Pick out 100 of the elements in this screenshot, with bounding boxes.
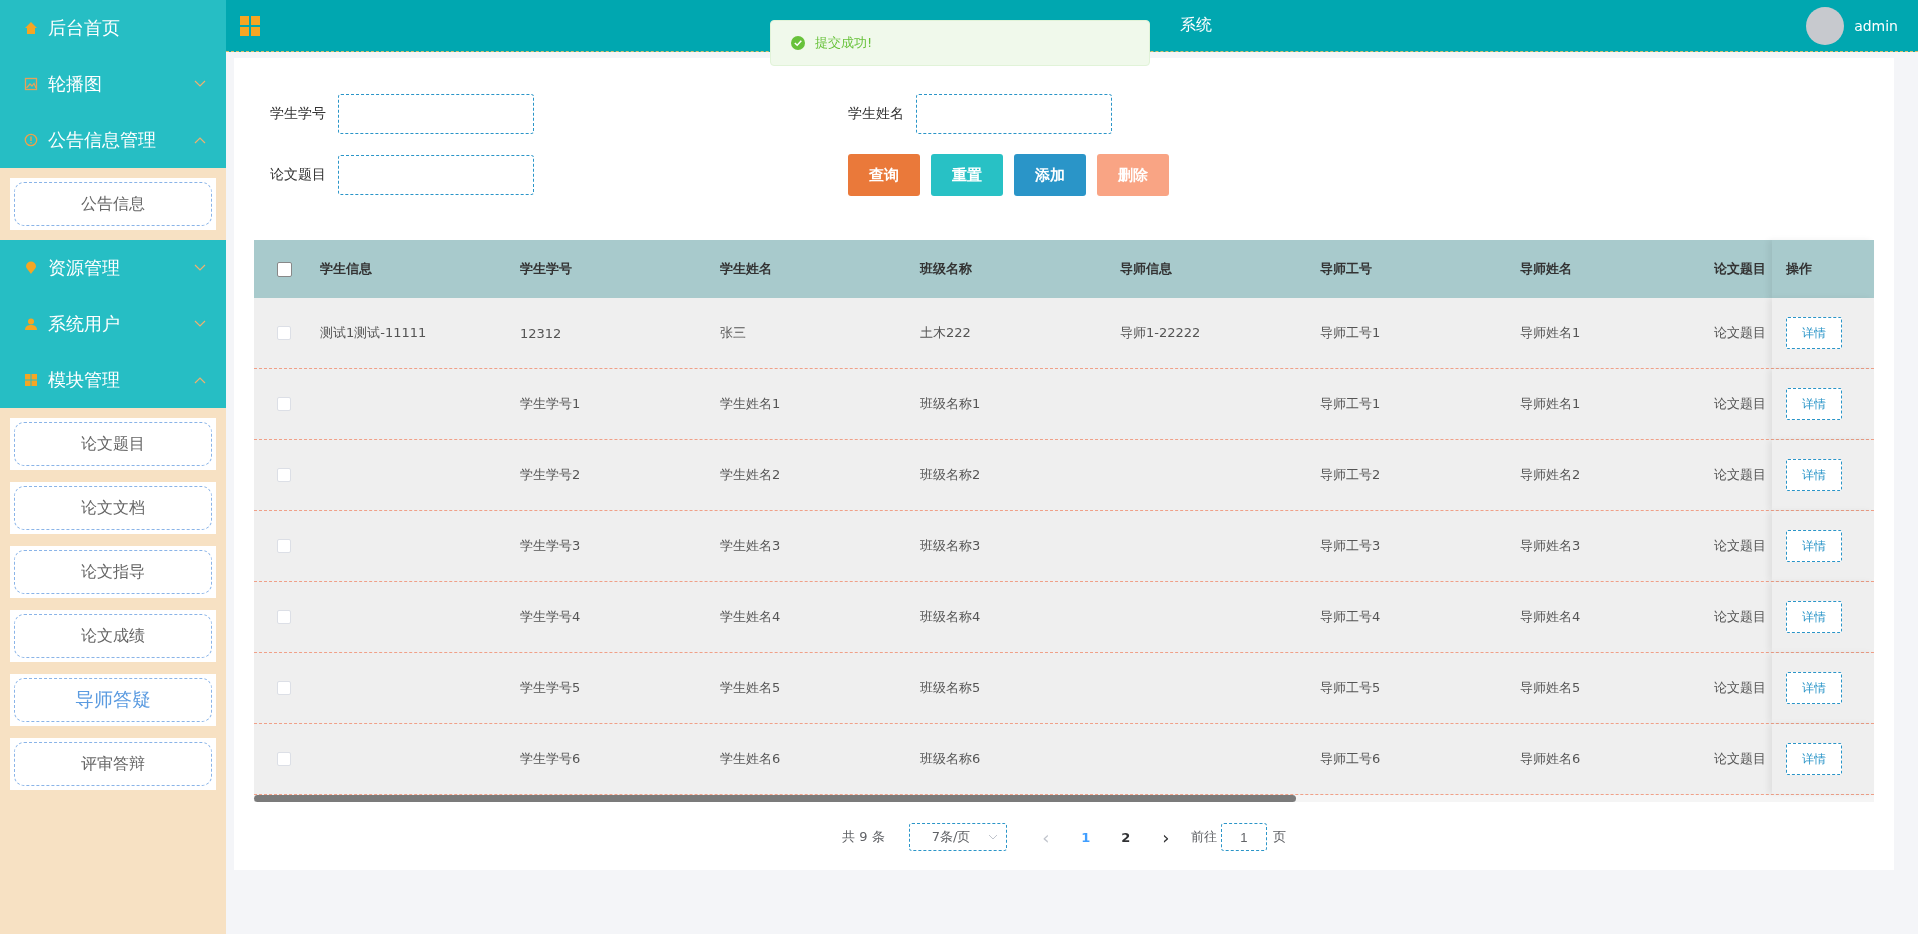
table-cell: 学生姓名1 (720, 395, 781, 413)
submenu-item[interactable]: 论文指导 (14, 550, 212, 594)
table-cell: 导师工号5 (1320, 679, 1381, 697)
submenu-item[interactable]: 论文文档 (14, 486, 212, 530)
user-name: admin (1854, 17, 1898, 34)
menu-item[interactable]: 公告信息管理 (0, 112, 226, 168)
table-cell: 张三 (720, 324, 746, 342)
details-button[interactable]: 详情 (1786, 459, 1842, 491)
field-label: 学生姓名 (848, 105, 904, 123)
details-button[interactable]: 详情 (1786, 388, 1842, 420)
input-field[interactable] (338, 94, 534, 134)
check-circle-icon (791, 36, 805, 50)
table-cell: 论文题目 (1714, 679, 1766, 697)
avatar[interactable] (1806, 6, 1845, 45)
table-cell: 学生姓名3 (720, 537, 781, 555)
submenu-item[interactable]: 论文成绩 (14, 614, 212, 658)
action-button[interactable]: 查询 (848, 154, 920, 196)
menu-item[interactable]: 轮播图 (0, 56, 226, 112)
table-cell: 导师姓名1 (1520, 395, 1581, 413)
toast-message: 提交成功! (815, 34, 873, 52)
table-cell: 导师姓名6 (1520, 750, 1581, 768)
table-cell: 论文题目 (1714, 324, 1766, 342)
table-cell: 学生姓名4 (720, 608, 781, 626)
table-cell: 12312 (520, 325, 562, 341)
page-suffix: 页 (1272, 828, 1286, 846)
table-cell: 导师工号1 (1320, 395, 1381, 413)
total-count: 共 9 条 (842, 828, 885, 846)
user-icon (24, 317, 38, 331)
input-field[interactable] (916, 94, 1112, 134)
details-button[interactable]: 详情 (1786, 530, 1842, 562)
column-header: 导师姓名 (1520, 260, 1572, 278)
table-cell: 导师姓名4 (1520, 608, 1581, 626)
table-cell: 论文题目 (1714, 608, 1766, 626)
table-cell: 论文题目 (1714, 750, 1766, 768)
column-header: 操作 (1786, 260, 1812, 278)
menu-item[interactable]: 后台首页 (0, 0, 226, 56)
details-button[interactable]: 详情 (1786, 743, 1842, 775)
column-header: 论文题目 (1714, 260, 1766, 278)
input-field[interactable] (338, 155, 534, 195)
picture-icon (24, 77, 38, 91)
field-label: 学生学号 (270, 105, 326, 123)
details-button[interactable]: 详情 (1786, 672, 1842, 704)
table-cell: 论文题目 (1714, 395, 1766, 413)
table-cell: 导师1-22222 (1120, 324, 1201, 342)
column-header: 导师信息 (1120, 260, 1172, 278)
details-button[interactable]: 详情 (1786, 317, 1842, 349)
table-cell: 学生学号4 (520, 608, 581, 626)
next-page-button[interactable]: › (1150, 825, 1181, 849)
grid-icon (24, 373, 38, 387)
page-size-select[interactable]: 7条/页 (908, 823, 1007, 851)
action-button[interactable]: 重置 (931, 154, 1003, 196)
action-button[interactable]: 添加 (1014, 154, 1086, 196)
menu-item[interactable]: 系统用户 (0, 296, 226, 352)
submenu-item[interactable]: 评审答辩 (14, 742, 212, 786)
goto-label: 前往 (1190, 828, 1217, 846)
field-label: 论文题目 (270, 166, 326, 184)
table-cell: 土木222 (920, 324, 971, 342)
submenu-item[interactable]: 论文题目 (14, 422, 212, 466)
table-cell: 学生姓名6 (720, 750, 781, 768)
page-input[interactable]: 1 (1220, 823, 1267, 851)
submenu-item[interactable]: 公告信息 (14, 182, 212, 226)
table-cell: 导师工号3 (1320, 537, 1381, 555)
table-cell: 测试1测试-11111 (320, 324, 427, 342)
table-cell: 导师姓名3 (1520, 537, 1581, 555)
table-cell: 导师姓名2 (1520, 466, 1581, 484)
table-cell: 学生学号5 (520, 679, 581, 697)
table-cell: 论文题目 (1714, 537, 1766, 555)
column-header: 学生学号 (520, 260, 572, 278)
home-icon (24, 21, 38, 35)
header-title: 系统 (1179, 15, 1213, 36)
page-number[interactable]: 1 (1070, 828, 1101, 846)
table-cell: 班级名称5 (920, 679, 981, 697)
info-icon (24, 133, 38, 147)
scrollbar-thumb[interactable] (254, 795, 1296, 802)
details-button[interactable]: 详情 (1786, 601, 1842, 633)
page-number[interactable]: 2 (1110, 828, 1141, 846)
column-header: 导师工号 (1320, 260, 1372, 278)
table-cell: 导师姓名1 (1520, 324, 1581, 342)
grid-icon (240, 15, 260, 36)
menu-item[interactable]: 资源管理 (0, 240, 226, 296)
table-cell: 学生学号3 (520, 537, 581, 555)
column-header: 学生姓名 (720, 260, 772, 278)
chevron-down-icon (987, 834, 998, 840)
menu-item[interactable]: 模块管理 (0, 352, 226, 408)
page-size-value: 7条/页 (931, 828, 971, 846)
column-header: 学生信息 (320, 260, 372, 278)
table-cell: 导师工号1 (1320, 324, 1381, 342)
table-cell: 学生姓名5 (720, 679, 781, 697)
table-cell: 学生姓名2 (720, 466, 781, 484)
table-cell: 班级名称3 (920, 537, 981, 555)
table-cell: 学生学号1 (520, 395, 581, 413)
pin-icon (24, 261, 38, 275)
table-cell: 导师姓名5 (1520, 679, 1581, 697)
checkbox[interactable] (276, 261, 292, 277)
table-cell: 学生学号2 (520, 466, 581, 484)
table-cell: 班级名称4 (920, 608, 981, 626)
submenu-item[interactable]: 导师答疑 (14, 678, 212, 722)
table-cell: 导师工号6 (1320, 750, 1381, 768)
action-button[interactable]: 删除 (1097, 154, 1169, 196)
table-cell: 班级名称6 (920, 750, 981, 768)
